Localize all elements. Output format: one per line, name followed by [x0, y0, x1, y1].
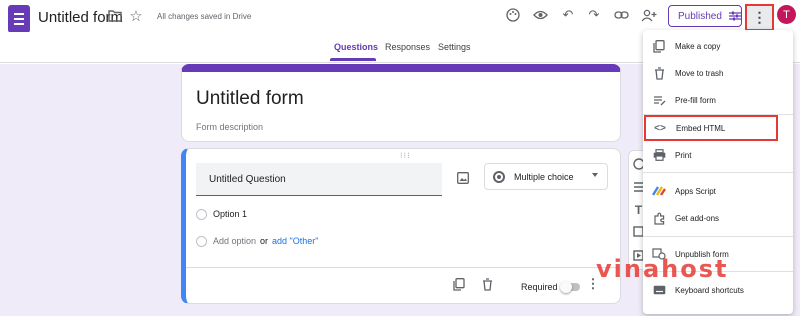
tab-questions[interactable]: Questions [334, 42, 378, 52]
add-collaborator-icon[interactable] [641, 7, 657, 23]
duplicate-icon[interactable] [452, 277, 466, 291]
dropdown-arrow-icon [592, 173, 598, 177]
sliders-icon [728, 11, 741, 21]
radio-checked-icon [493, 170, 505, 183]
more-options-button[interactable]: ⋮ [745, 4, 774, 31]
form-header-card: Untitled form Form description [181, 64, 621, 142]
code-icon: <> [654, 122, 666, 134]
menu-item-move-to-trash[interactable]: Move to trash [643, 60, 793, 86]
add-other-link[interactable]: add "Other" [272, 236, 318, 246]
menu-item-apps-script[interactable]: Apps Script [643, 178, 793, 204]
copy-icon [652, 39, 666, 53]
form-title-input[interactable]: Untitled form [196, 88, 304, 110]
published-label: Published [678, 10, 722, 22]
tab-settings[interactable]: Settings [438, 42, 471, 52]
question-card[interactable]: ⁝⁝⁝ Untitled Question Multiple choice Op… [181, 148, 621, 304]
card-divider [186, 267, 621, 268]
preview-eye-icon[interactable] [532, 7, 548, 23]
or-label: or [260, 236, 269, 246]
question-type-label: Multiple choice [514, 171, 574, 182]
delete-icon[interactable] [480, 277, 494, 291]
option-1-input[interactable]: Option 1 [213, 209, 247, 219]
add-option-radio-icon [196, 236, 207, 247]
required-label: Required [521, 282, 558, 292]
watermark-logo: vinahost [596, 255, 729, 283]
menu-item-label: Pre-fill form [675, 95, 716, 105]
forms-logo-icon[interactable] [8, 5, 30, 33]
option-radio-icon [196, 209, 207, 220]
add-image-icon[interactable] [456, 171, 470, 185]
prefill-icon [652, 93, 666, 107]
menu-item-make-copy[interactable]: Make a copy [643, 33, 793, 59]
menu-item-label: Keyboard shortcuts [675, 285, 744, 295]
published-button[interactable]: Published [668, 5, 742, 27]
menu-item-label: Move to trash [675, 68, 724, 78]
avatar[interactable]: T [777, 5, 796, 24]
redo-icon[interactable]: ↷ [587, 7, 601, 23]
menu-item-label: Get add-ons [675, 213, 720, 223]
tab-responses[interactable]: Responses [385, 42, 430, 52]
menu-divider [643, 172, 793, 173]
menu-item-embed-html[interactable]: <> Embed HTML [644, 115, 778, 141]
link-icon[interactable] [613, 7, 629, 23]
menu-item-label: Print [675, 150, 692, 160]
keyboard-icon [652, 283, 666, 297]
question-type-select[interactable]: Multiple choice [484, 163, 608, 190]
drag-handle-icon[interactable]: ⁝⁝⁝ [400, 151, 411, 160]
star-icon[interactable]: ☆ [128, 8, 144, 25]
question-title-input[interactable]: Untitled Question [196, 163, 442, 196]
menu-item-label: Make a copy [675, 41, 721, 51]
menu-item-label: Embed HTML [676, 123, 726, 133]
add-option-link[interactable]: Add option [213, 236, 256, 246]
menu-item-get-add-ons[interactable]: Get add-ons [643, 205, 793, 231]
apps-script-icon [652, 184, 666, 198]
menu-divider [643, 236, 793, 237]
trash-icon [652, 66, 666, 80]
print-icon [652, 148, 666, 162]
active-tab-indicator [330, 58, 376, 61]
menu-item-label: Apps Script [675, 186, 716, 196]
save-status: All changes saved in Drive [157, 12, 252, 21]
menu-item-pre-fill-form[interactable]: Pre-fill form [643, 87, 793, 113]
palette-icon[interactable] [505, 7, 521, 23]
undo-icon[interactable]: ↶ [561, 7, 575, 23]
menu-item-print[interactable]: Print [643, 142, 793, 168]
required-toggle[interactable] [560, 281, 580, 293]
folder-icon[interactable] [108, 9, 122, 23]
puzzle-icon [652, 211, 666, 225]
more-vert-icon: ⋮ [752, 9, 767, 25]
question-title-text: Untitled Question [209, 174, 286, 185]
form-description-input[interactable]: Form description [196, 122, 263, 132]
